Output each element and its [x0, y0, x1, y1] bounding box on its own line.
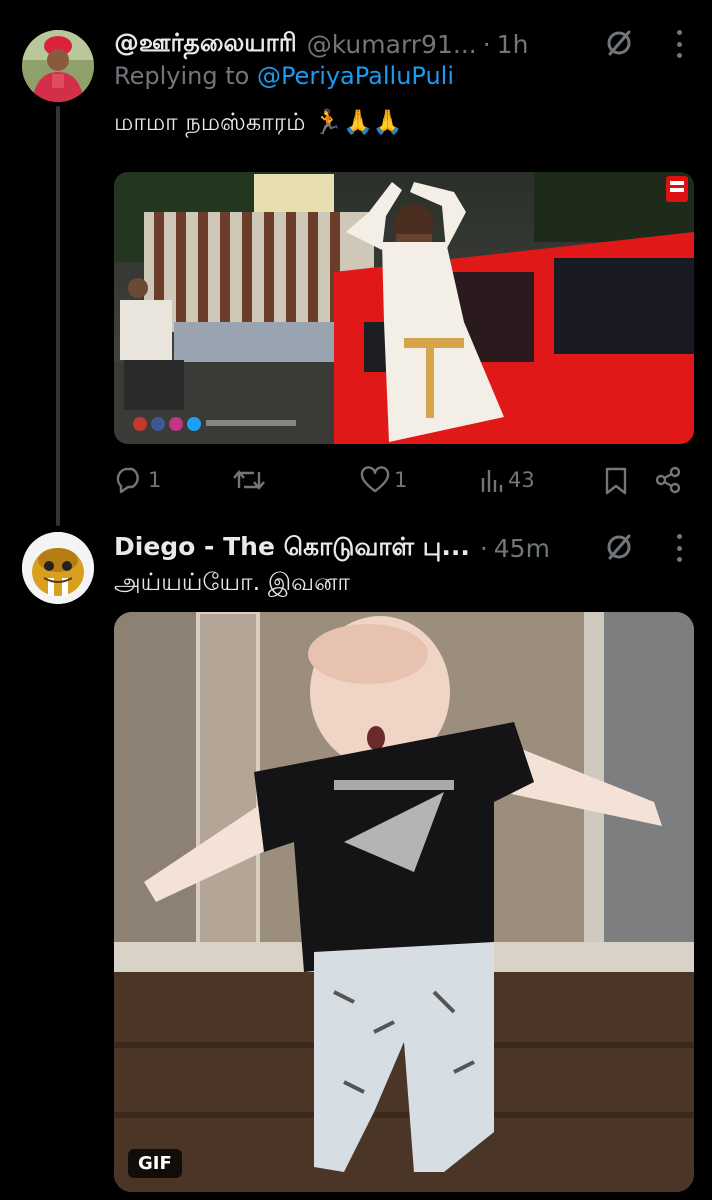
- share-icon: [655, 466, 681, 494]
- bookmark-button[interactable]: [604, 466, 628, 496]
- like-count: 1: [394, 468, 408, 492]
- grok-slash-icon[interactable]: [604, 28, 634, 58]
- retweet-icon: [233, 470, 265, 490]
- separator-dot: ·: [479, 533, 488, 563]
- reply-count: 1: [148, 468, 162, 492]
- replying-to-link[interactable]: @PeriyaPalluPuli: [257, 62, 454, 90]
- timestamp[interactable]: 1h: [497, 30, 529, 59]
- reply-icon: [116, 467, 139, 494]
- separator-dot: ·: [482, 29, 491, 59]
- grok-slash-icon[interactable]: [604, 532, 634, 562]
- timestamp[interactable]: 45m: [494, 534, 550, 563]
- heart-icon: [360, 466, 390, 493]
- avatar[interactable]: [22, 532, 94, 604]
- avatar[interactable]: [22, 30, 94, 102]
- reply-button[interactable]: 1: [114, 466, 161, 494]
- author-name[interactable]: Diego - The கொடுவாள் பு...: [114, 532, 470, 565]
- retweet-button[interactable]: [232, 466, 266, 494]
- tweet-2[interactable]: Diego - The கொடுவாள் பு... · 45m அய்யய்ய…: [0, 520, 712, 1200]
- like-button[interactable]: 1: [360, 466, 407, 494]
- share-button[interactable]: [654, 466, 682, 494]
- more-vertical-icon[interactable]: [674, 534, 684, 562]
- tweet-1[interactable]: @ஊர்தலையாரி @kumarr91... · 1h Replying t…: [0, 0, 712, 526]
- views-button[interactable]: 43: [480, 466, 535, 494]
- action-bar: 1 1 43: [114, 462, 694, 502]
- views-count: 43: [508, 468, 535, 492]
- gif-badge[interactable]: GIF: [128, 1149, 182, 1178]
- tweet-media-image[interactable]: [114, 172, 694, 444]
- tweet-media-gif[interactable]: GIF: [114, 612, 694, 1192]
- thread-line: [56, 106, 60, 526]
- author-name[interactable]: @ஊர்தலையாரி: [114, 28, 297, 61]
- more-vertical-icon[interactable]: [674, 30, 684, 58]
- author-handle[interactable]: @kumarr91...: [307, 30, 477, 59]
- replying-to: Replying to @PeriyaPalluPuli: [114, 62, 454, 90]
- replying-label: Replying to: [114, 62, 257, 90]
- tweet-text: மாமா நமஸ்காரம் 🏃🙏🙏: [114, 108, 403, 136]
- views-chart-icon: [481, 470, 503, 492]
- bookmark-icon: [605, 467, 627, 495]
- tweet-text: அய்யய்யோ. இவனா: [114, 568, 350, 596]
